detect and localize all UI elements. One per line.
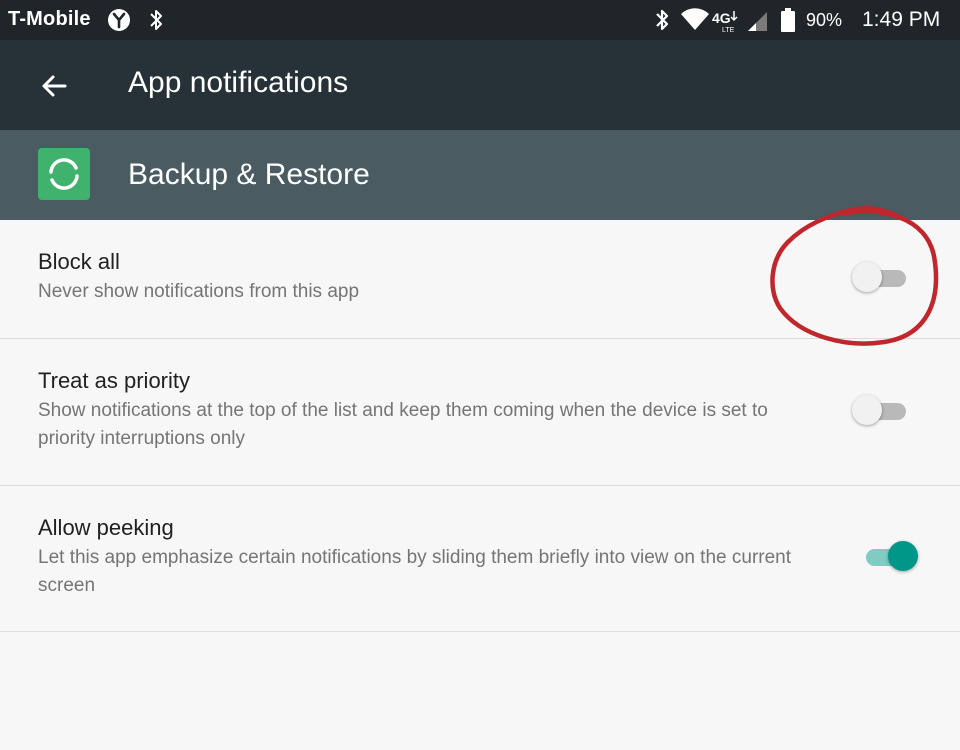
toolbar: App notifications	[0, 40, 960, 130]
block-all-toggle[interactable]	[852, 258, 912, 298]
battery-icon	[781, 8, 795, 32]
back-button[interactable]	[30, 62, 78, 110]
toggle-thumb	[852, 395, 882, 425]
sync-icon	[49, 158, 79, 190]
bluetooth-connected-icon	[656, 9, 669, 31]
toggle-thumb	[852, 262, 882, 292]
setting-treat-as-priority[interactable]: Treat as priority Show notifications at …	[0, 339, 960, 486]
setting-summary: Let this app emphasize certain notificat…	[38, 547, 792, 596]
carrier-y-icon	[108, 9, 130, 31]
carrier-label: T-Mobile	[8, 8, 91, 30]
setting-summary: Show notifications at the top of the lis…	[38, 400, 768, 449]
backup-restore-app-icon	[38, 148, 90, 200]
page-title: App notifications	[128, 66, 349, 99]
setting-texts: Treat as priority Show notifications at …	[38, 367, 828, 453]
treat-as-priority-toggle[interactable]	[852, 391, 912, 431]
setting-title: Allow peeking	[38, 515, 174, 540]
setting-block-all[interactable]: Block all Never show notifications from …	[0, 220, 960, 339]
lte-icon: 4G LTE	[712, 10, 738, 34]
clock: 1:49 PM	[862, 8, 941, 31]
setting-summary: Never show notifications from this app	[38, 281, 360, 302]
allow-peeking-toggle[interactable]	[860, 537, 920, 577]
status-bar: T-Mobile 4G LTE 90% 1:49 PM	[0, 0, 960, 40]
svg-text:LTE: LTE	[722, 27, 735, 34]
setting-title: Treat as priority	[38, 368, 191, 393]
svg-text:4G: 4G	[712, 10, 731, 26]
app-name: Backup & Restore	[128, 158, 370, 191]
setting-allow-peeking[interactable]: Allow peeking Let this app emphasize cer…	[0, 486, 960, 632]
battery-percentage: 90%	[806, 10, 843, 30]
settings-list: Block all Never show notifications from …	[0, 220, 960, 632]
setting-texts: Block all Never show notifications from …	[38, 248, 828, 306]
signal-strength-icon	[748, 12, 767, 31]
back-arrow-icon	[42, 75, 67, 97]
setting-title: Block all	[38, 249, 120, 274]
app-header: Backup & Restore	[0, 130, 960, 220]
toggle-thumb	[888, 541, 918, 571]
wifi-icon	[681, 8, 709, 30]
setting-texts: Allow peeking Let this app emphasize cer…	[38, 514, 828, 600]
bluetooth-icon	[150, 10, 162, 30]
